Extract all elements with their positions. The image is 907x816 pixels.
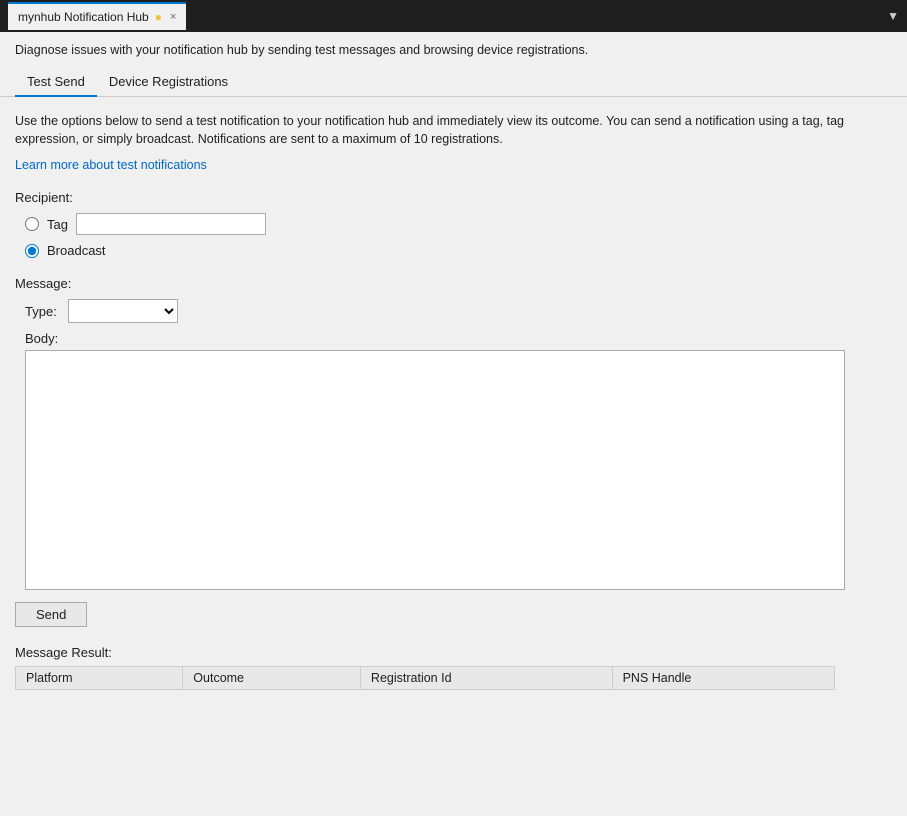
send-button[interactable]: Send	[15, 602, 87, 627]
result-table: Platform Outcome Registration Id PNS Han…	[15, 666, 835, 690]
tab-close-icon[interactable]: ×	[170, 11, 176, 23]
result-label: Message Result:	[15, 645, 892, 660]
broadcast-radio-label: Broadcast	[47, 243, 106, 258]
recipient-label: Recipient:	[15, 190, 892, 205]
type-select[interactable]: Windows Apple Google Baidu Kindle	[68, 299, 178, 323]
tab-dot: ●	[155, 10, 162, 24]
col-outcome: Outcome	[183, 667, 361, 690]
body-row: Body:	[25, 331, 892, 590]
test-send-panel: Use the options below to send a test not…	[0, 97, 907, 816]
menu-arrow-icon[interactable]: ▼	[887, 9, 899, 23]
result-section: Message Result: Platform Outcome Registr…	[15, 645, 892, 690]
learn-more-link[interactable]: Learn more about test notifications	[15, 158, 207, 172]
main-window: mynhub Notification Hub ● × ▼ Diagnose i…	[0, 0, 907, 816]
tab-label: mynhub Notification Hub	[18, 10, 149, 24]
message-section: Message: Type: Windows Apple Google Baid…	[15, 276, 892, 590]
type-label: Type:	[25, 304, 60, 319]
col-pns-handle: PNS Handle	[612, 667, 834, 690]
title-bar: mynhub Notification Hub ● × ▼	[0, 0, 907, 32]
tag-radio[interactable]	[25, 217, 39, 231]
title-tab[interactable]: mynhub Notification Hub ● ×	[8, 2, 186, 30]
body-label: Body:	[25, 331, 892, 346]
type-row: Type: Windows Apple Google Baidu Kindle	[25, 299, 892, 323]
message-label: Message:	[15, 276, 892, 291]
broadcast-row: Broadcast	[25, 243, 892, 258]
tabs-bar: Test Send Device Registrations	[0, 68, 907, 97]
tab-device-registrations[interactable]: Device Registrations	[97, 68, 240, 97]
broadcast-radio[interactable]	[25, 244, 39, 258]
col-registration-id: Registration Id	[360, 667, 612, 690]
tag-input[interactable]	[76, 213, 266, 235]
tag-row: Tag	[25, 213, 892, 235]
tag-radio-label: Tag	[47, 217, 68, 232]
body-textarea[interactable]	[25, 350, 845, 590]
description-text: Diagnose issues with your notification h…	[0, 32, 907, 68]
content-area: Diagnose issues with your notification h…	[0, 32, 907, 816]
tab-test-send[interactable]: Test Send	[15, 68, 97, 97]
table-header-row: Platform Outcome Registration Id PNS Han…	[16, 667, 835, 690]
recipient-section: Recipient: Tag Broadcast	[15, 190, 892, 258]
col-platform: Platform	[16, 667, 183, 690]
info-text: Use the options below to send a test not…	[15, 112, 892, 150]
